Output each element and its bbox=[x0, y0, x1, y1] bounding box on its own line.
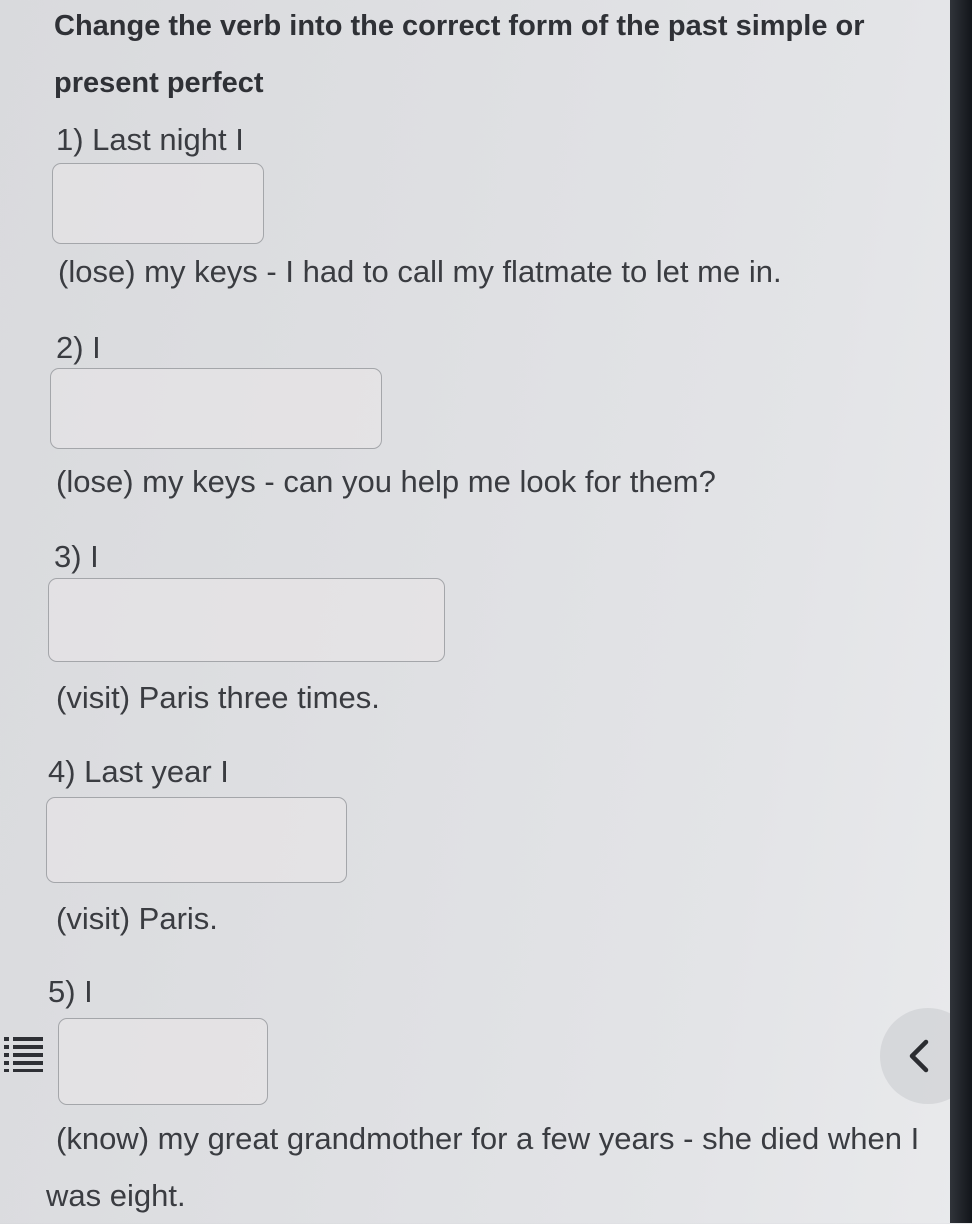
question-2-answer-input[interactable] bbox=[50, 368, 382, 449]
question-1-text: (lose) my keys - I had to call my flatma… bbox=[58, 254, 782, 289]
question-4-label: 4) Last year I bbox=[48, 754, 229, 789]
question-4-text: (visit) Paris. bbox=[56, 901, 218, 936]
question-3-answer-input[interactable] bbox=[48, 578, 445, 662]
screen-edge bbox=[950, 0, 972, 1223]
list-icon-graphic bbox=[4, 1037, 43, 1072]
question-1-label: 1) Last night I bbox=[56, 122, 244, 157]
chevron-left-icon bbox=[909, 1039, 929, 1073]
question-5-answer-input[interactable] bbox=[58, 1018, 268, 1105]
question-2-text: (lose) my keys - can you help me look fo… bbox=[56, 464, 716, 499]
exercise-page: Change the verb into the correct form of… bbox=[0, 0, 950, 1223]
question-3-text: (visit) Paris three times. bbox=[56, 680, 380, 715]
question-5-label: 5) I bbox=[48, 974, 93, 1009]
question-3-label: 3) I bbox=[54, 539, 99, 574]
exercise-title: Change the verb into the correct form of… bbox=[54, 10, 865, 99]
question-1-answer-input[interactable] bbox=[52, 163, 264, 244]
question-4-answer-input[interactable] bbox=[46, 797, 347, 883]
question-5-text: (know) my great grandmother for a few ye… bbox=[46, 1121, 920, 1213]
list-icon[interactable] bbox=[4, 1035, 44, 1073]
question-2-label: 2) I bbox=[56, 330, 101, 365]
